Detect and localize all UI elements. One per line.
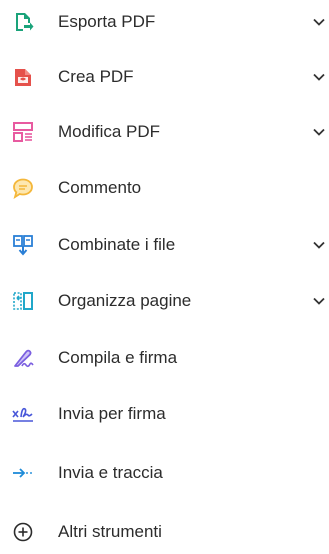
- chevron-down-icon[interactable]: [312, 125, 326, 139]
- tool-combine-files[interactable]: Combinate i file: [0, 223, 329, 267]
- tool-send-for-signature[interactable]: Invia per firma: [0, 392, 329, 436]
- tool-label: Compila e firma: [58, 348, 178, 367]
- create-pdf-icon: [12, 66, 34, 88]
- send-track-icon: [12, 462, 34, 484]
- tool-label: Combinate i file: [58, 235, 176, 254]
- chevron-down-icon[interactable]: [312, 238, 326, 252]
- tool-organize-pages[interactable]: Organizza pagine: [0, 279, 329, 323]
- chevron-down-icon[interactable]: [312, 70, 326, 84]
- tool-label: Modifica PDF: [58, 122, 161, 141]
- export-pdf-icon: [12, 11, 34, 33]
- tool-label: Invia e traccia: [58, 463, 163, 482]
- send-for-signature-icon: [12, 403, 34, 425]
- tools-panel: Esporta PDF Crea PDF Modifica PDF Commen…: [0, 0, 329, 542]
- tool-comment[interactable]: Commento: [0, 166, 329, 210]
- tool-label: Invia per firma: [58, 404, 166, 423]
- tool-export-pdf[interactable]: Esporta PDF: [0, 0, 329, 44]
- tool-fill-sign[interactable]: Compila e firma: [0, 336, 329, 380]
- chevron-down-icon[interactable]: [312, 294, 326, 308]
- chevron-down-icon[interactable]: [312, 15, 326, 29]
- comment-icon: [12, 177, 34, 199]
- tool-label: Organizza pagine: [58, 291, 192, 310]
- tool-more-tools[interactable]: Altri strumenti: [0, 510, 329, 554]
- tool-create-pdf[interactable]: Crea PDF: [0, 55, 329, 99]
- tool-label: Esporta PDF: [58, 12, 156, 31]
- combine-files-icon: [12, 234, 34, 256]
- fill-sign-icon: [12, 347, 34, 369]
- tool-label: Crea PDF: [58, 67, 134, 86]
- tool-send-track[interactable]: Invia e traccia: [0, 451, 329, 495]
- tool-label: Commento: [58, 178, 142, 197]
- edit-pdf-icon: [12, 121, 34, 143]
- tool-edit-pdf[interactable]: Modifica PDF: [0, 110, 329, 154]
- organize-pages-icon: [12, 290, 34, 312]
